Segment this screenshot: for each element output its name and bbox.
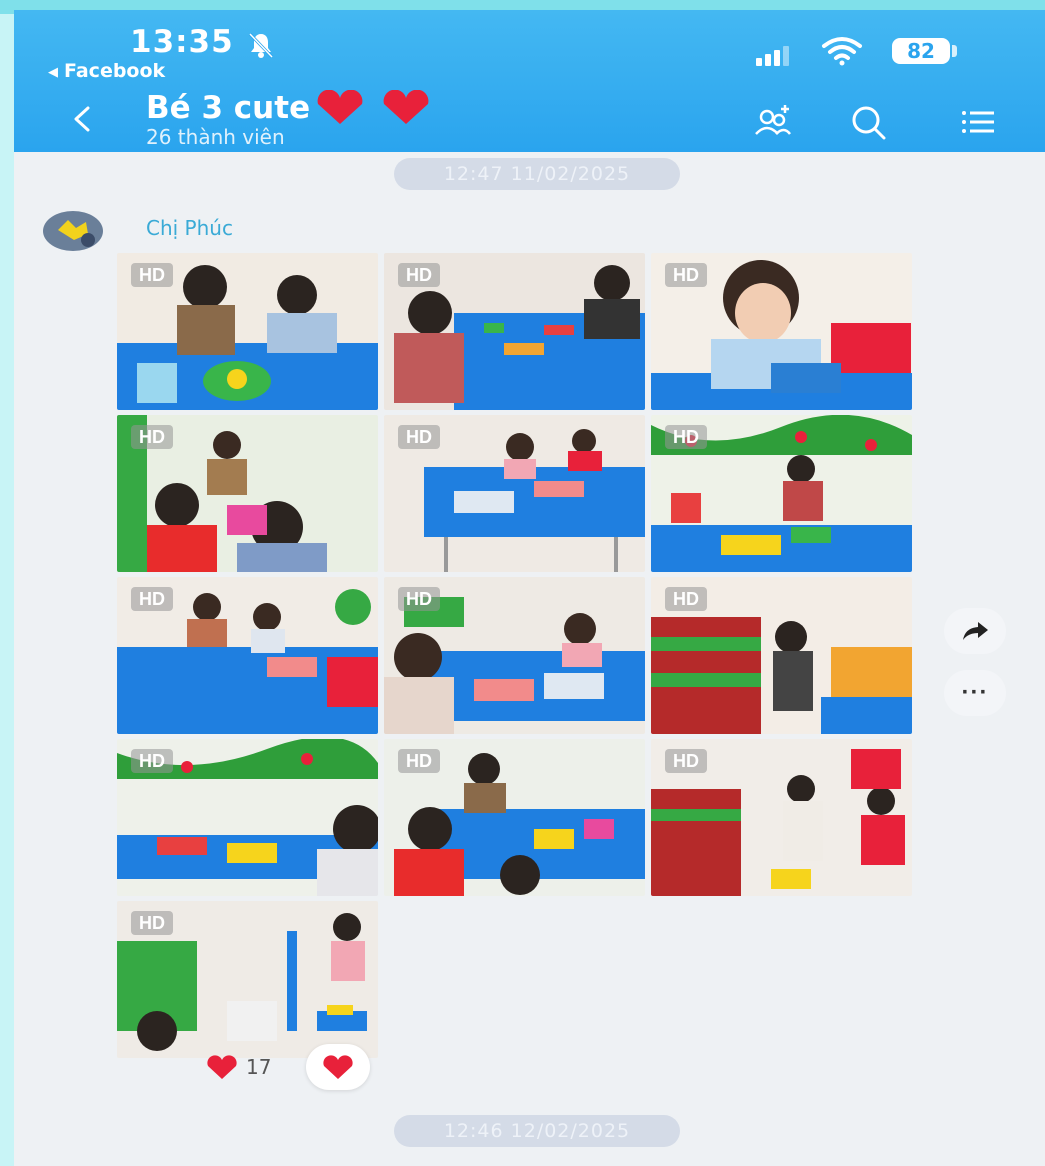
hd-badge: HD [665, 263, 707, 287]
photo-thumbnail[interactable]: HD [117, 739, 378, 896]
react-button[interactable] [306, 1044, 370, 1090]
phone-screen: 13:35 ◀ Facebook 82 Bé 3 cute 26 thành v… [14, 10, 1045, 1166]
back-app-label: Facebook [64, 60, 166, 82]
heart-icon [323, 1055, 353, 1079]
member-count: 26 thành viên [146, 125, 285, 149]
hd-badge: HD [398, 587, 440, 611]
hd-badge: HD [131, 587, 173, 611]
heart-icon [207, 1055, 237, 1079]
hd-badge: HD [131, 263, 173, 287]
photo-thumbnail[interactable]: HD [117, 253, 378, 410]
add-member-icon[interactable] [754, 102, 794, 142]
search-icon[interactable] [848, 102, 888, 142]
hd-badge: HD [665, 587, 707, 611]
back-arrow-icon: ◀ [48, 65, 58, 80]
hd-badge: HD [131, 911, 173, 935]
hd-badge: HD [665, 749, 707, 773]
photo-thumbnail[interactable]: HD [651, 739, 912, 896]
share-icon [963, 622, 988, 640]
photo-thumbnail[interactable]: HD [117, 415, 378, 572]
signal-icon [756, 46, 789, 66]
sender-avatar[interactable] [42, 210, 104, 252]
hd-badge: HD [131, 425, 173, 449]
battery-tip [952, 45, 957, 57]
photo-thumbnail[interactable]: HD [117, 901, 378, 1058]
wifi-icon [822, 37, 862, 66]
more-button[interactable]: ··· [944, 670, 1006, 716]
photo-thumbnail[interactable]: HD [117, 577, 378, 734]
sender-name[interactable]: Chị Phúc [146, 216, 233, 240]
hd-badge: HD [398, 263, 440, 287]
photo-thumbnail[interactable]: HD [384, 415, 645, 572]
photo-thumbnail[interactable]: HD [384, 253, 645, 410]
chat-header: 13:35 ◀ Facebook 82 Bé 3 cute 26 thành v… [14, 10, 1045, 152]
status-time: 13:35 [130, 24, 234, 60]
back-chevron-icon[interactable] [66, 102, 100, 136]
more-icon: ··· [961, 679, 989, 706]
hd-badge: HD [398, 749, 440, 773]
reaction-summary[interactable]: 17 [204, 1050, 271, 1084]
photo-thumbnail[interactable]: HD [651, 577, 912, 734]
hd-badge: HD [131, 749, 173, 773]
photo-thumbnail[interactable]: HD [384, 577, 645, 734]
photo-thumbnail[interactable]: HD [384, 739, 645, 896]
menu-icon[interactable] [958, 102, 998, 142]
reaction-count: 17 [246, 1055, 272, 1079]
back-to-app-link[interactable]: ◀ Facebook [48, 60, 165, 82]
share-button[interactable] [944, 608, 1006, 654]
timestamp-pill: 12:46 12/02/2025 [394, 1115, 680, 1147]
chat-title[interactable]: Bé 3 cute [146, 90, 310, 126]
title-hearts-icon [317, 90, 429, 124]
timestamp-pill: 12:47 11/02/2025 [394, 158, 680, 190]
photo-thumbnail[interactable]: HD [651, 253, 912, 410]
battery-indicator: 82 [892, 38, 950, 64]
photo-thumbnail[interactable]: HD [651, 415, 912, 572]
bell-muted-icon [248, 32, 274, 59]
hd-badge: HD [398, 425, 440, 449]
hd-badge: HD [665, 425, 707, 449]
